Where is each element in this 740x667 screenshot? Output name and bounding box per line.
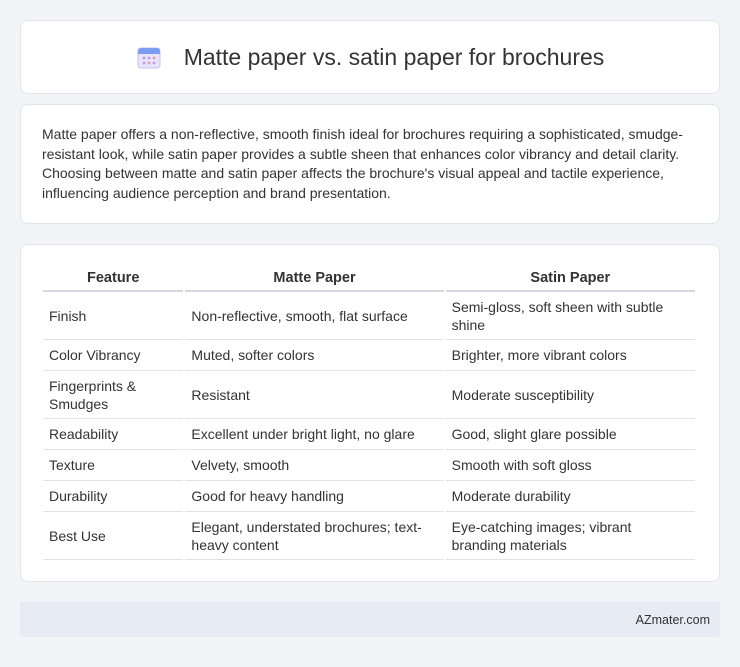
table-cell: Muted, softer colors (185, 340, 444, 371)
table-cell: Good, slight glare possible (445, 419, 695, 450)
table-cell: Excellent under bright light, no glare (185, 419, 444, 450)
table-cell: Resistant (185, 371, 444, 419)
comparison-table: Feature Matte Paper Satin Paper Finish N… (41, 265, 697, 560)
table-cell: Fingerprints & Smudges (43, 371, 184, 419)
page-title: Matte paper vs. satin paper for brochure… (183, 43, 605, 70)
table-row: Readability Excellent under bright light… (43, 419, 695, 450)
column-header: Satin Paper (445, 265, 695, 292)
table-cell: Brighter, more vibrant colors (445, 340, 695, 371)
table-cell: Moderate susceptibility (445, 371, 695, 419)
table-cell: Eye-catching images; vibrant branding ma… (445, 512, 695, 560)
table-cell: Semi-gloss, soft sheen with subtle shine (445, 292, 695, 340)
intro-card: Matte paper offers a non-reflective, smo… (20, 104, 720, 224)
table-header-row: Feature Matte Paper Satin Paper (43, 265, 695, 292)
calendar-icon (137, 47, 161, 69)
table-cell: Best Use (43, 512, 184, 560)
table-cell: Non-reflective, smooth, flat surface (185, 292, 444, 340)
table-cell: Moderate durability (445, 481, 695, 512)
table-cell: Smooth with soft gloss (445, 450, 695, 481)
footer: AZmater.com (20, 602, 720, 637)
table-row: Fingerprints & Smudges Resistant Moderat… (43, 371, 695, 419)
column-header: Matte Paper (185, 265, 444, 292)
table-row: Texture Velvety, smooth Smooth with soft… (43, 450, 695, 481)
table-cell: Good for heavy handling (185, 481, 444, 512)
intro-text: Matte paper offers a non-reflective, smo… (42, 126, 683, 201)
column-header: Feature (43, 265, 184, 292)
table-row: Best Use Elegant, understated brochures;… (43, 512, 695, 560)
title-card: Matte paper vs. satin paper for brochure… (20, 20, 720, 94)
table-row: Durability Good for heavy handling Moder… (43, 481, 695, 512)
table-row: Color Vibrancy Muted, softer colors Brig… (43, 340, 695, 371)
table-cell: Velvety, smooth (185, 450, 444, 481)
table-cell: Color Vibrancy (43, 340, 184, 371)
table-row: Finish Non-reflective, smooth, flat surf… (43, 292, 695, 340)
table-cell: Finish (43, 292, 184, 340)
footer-brand[interactable]: AZmater.com (636, 613, 710, 627)
table-cell: Durability (43, 481, 184, 512)
comparison-card: Feature Matte Paper Satin Paper Finish N… (20, 244, 720, 582)
table-cell: Readability (43, 419, 184, 450)
table-cell: Texture (43, 450, 184, 481)
table-cell: Elegant, understated brochures; text-hea… (185, 512, 444, 560)
